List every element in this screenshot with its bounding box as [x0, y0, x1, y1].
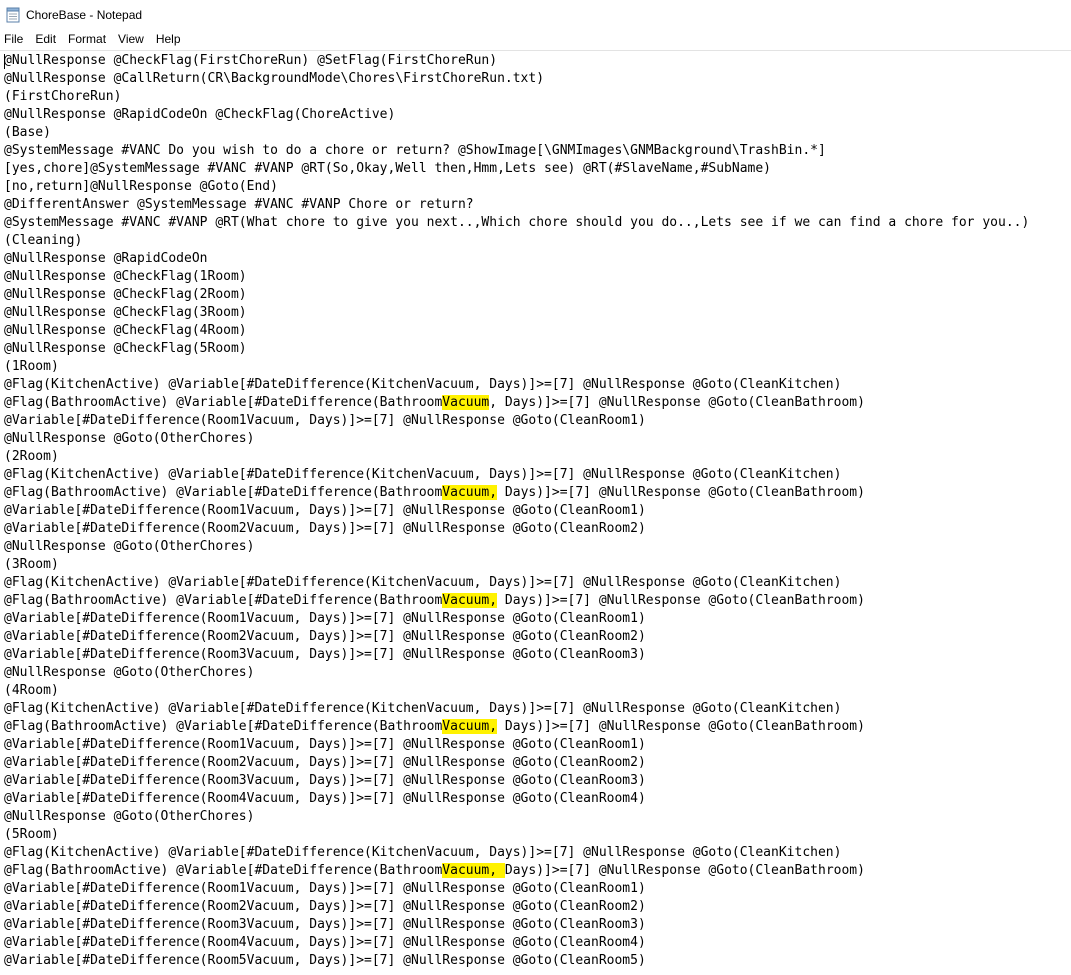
menu-help[interactable]: Help — [150, 29, 187, 49]
text-content[interactable]: @NullResponse @CheckFlag(FirstChoreRun) … — [4, 52, 1029, 970]
text-line[interactable]: @NullResponse @CheckFlag(FirstChoreRun) … — [4, 52, 1029, 70]
text-line[interactable]: @NullResponse @CheckFlag(1Room) — [4, 268, 1029, 286]
text-line[interactable]: @Variable[#DateDifference(Room4Vacuum, D… — [4, 790, 1029, 808]
text-line[interactable]: @NullResponse @Goto(OtherChores) — [4, 808, 1029, 826]
search-highlight: Vacuum — [442, 395, 490, 410]
text-line[interactable]: @NullResponse @CheckFlag(4Room) — [4, 322, 1029, 340]
text-line[interactable]: (2Room) — [4, 448, 1029, 466]
text-line[interactable]: @NullResponse @CallReturn(CR\BackgroundM… — [4, 70, 1029, 88]
text-line[interactable]: @NullResponse @RapidCodeOn — [4, 250, 1029, 268]
text-line[interactable]: (FirstChoreRun) — [4, 88, 1029, 106]
text-line[interactable]: @NullResponse @CheckFlag(5Room) — [4, 340, 1029, 358]
text-line[interactable]: @Flag(BathroomActive) @Variable[#DateDif… — [4, 394, 1029, 412]
text-line[interactable]: (Base) — [4, 124, 1029, 142]
text-line[interactable]: @Variable[#DateDifference(Room2Vacuum, D… — [4, 520, 1029, 538]
text-line[interactable]: @NullResponse @Goto(OtherChores) — [4, 538, 1029, 556]
text-line[interactable]: @Variable[#DateDifference(Room1Vacuum, D… — [4, 412, 1029, 430]
search-highlight: Vacuum, — [442, 863, 505, 878]
text-line[interactable]: @Variable[#DateDifference(Room3Vacuum, D… — [4, 646, 1029, 664]
text-line[interactable]: @Variable[#DateDifference(Room2Vacuum, D… — [4, 898, 1029, 916]
text-line[interactable]: @Flag(BathroomActive) @Variable[#DateDif… — [4, 718, 1029, 736]
search-highlight: Vacuum, — [442, 593, 498, 608]
text-line[interactable]: @Variable[#DateDifference(Room1Vacuum, D… — [4, 610, 1029, 628]
text-line[interactable]: @Variable[#DateDifference(Room3Vacuum, D… — [4, 916, 1029, 934]
text-editor-area[interactable]: @NullResponse @CheckFlag(FirstChoreRun) … — [0, 51, 1071, 975]
text-line[interactable]: @Flag(KitchenActive) @Variable[#DateDiff… — [4, 574, 1029, 592]
text-caret — [4, 54, 5, 69]
text-line[interactable]: @Variable[#DateDifference(Room1Vacuum, D… — [4, 880, 1029, 898]
text-line[interactable]: (5Room) — [4, 826, 1029, 844]
text-line[interactable]: @Flag(KitchenActive) @Variable[#DateDiff… — [4, 844, 1029, 862]
text-line[interactable]: @NullResponse @CheckFlag(2Room) — [4, 286, 1029, 304]
text-line[interactable]: [yes,chore]@SystemMessage #VANC #VANP @R… — [4, 160, 1029, 178]
text-line[interactable]: @Variable[#DateDifference(Room4Vacuum, D… — [4, 934, 1029, 952]
text-line[interactable]: @Variable[#DateDifference(Room1Vacuum, D… — [4, 736, 1029, 754]
text-line[interactable]: (4Room) — [4, 682, 1029, 700]
text-line[interactable]: @Variable[#DateDifference(Room3Vacuum, D… — [4, 772, 1029, 790]
title-bar: ChoreBase - Notepad — [0, 0, 1071, 29]
text-line[interactable]: @Flag(BathroomActive) @Variable[#DateDif… — [4, 592, 1029, 610]
menu-bar: File Edit Format View Help — [0, 29, 1071, 49]
text-line[interactable]: @SystemMessage #VANC #VANP @RT(What chor… — [4, 214, 1029, 232]
menu-view[interactable]: View — [112, 29, 150, 49]
notepad-icon — [6, 7, 20, 23]
window-title: ChoreBase - Notepad — [26, 7, 143, 22]
search-highlight: Vacuum, — [442, 485, 498, 500]
text-line[interactable]: @Flag(KitchenActive) @Variable[#DateDiff… — [4, 466, 1029, 484]
menu-format[interactable]: Format — [62, 29, 112, 49]
text-line[interactable]: [no,return]@NullResponse @Goto(End) — [4, 178, 1029, 196]
text-line[interactable]: @Variable[#DateDifference(Room5Vacuum, D… — [4, 952, 1029, 970]
text-line[interactable]: (Cleaning) — [4, 232, 1029, 250]
text-line[interactable]: (1Room) — [4, 358, 1029, 376]
text-line[interactable]: @Variable[#DateDifference(Room2Vacuum, D… — [4, 628, 1029, 646]
text-line[interactable]: @DifferentAnswer @SystemMessage #VANC #V… — [4, 196, 1029, 214]
menu-edit[interactable]: Edit — [29, 29, 62, 49]
text-line[interactable]: @NullResponse @Goto(OtherChores) — [4, 664, 1029, 682]
text-line[interactable]: @SystemMessage #VANC Do you wish to do a… — [4, 142, 1029, 160]
text-line[interactable]: @Flag(BathroomActive) @Variable[#DateDif… — [4, 484, 1029, 502]
search-highlight: Vacuum, — [442, 719, 498, 734]
text-line[interactable]: @Variable[#DateDifference(Room1Vacuum, D… — [4, 502, 1029, 520]
text-line[interactable]: @Flag(KitchenActive) @Variable[#DateDiff… — [4, 376, 1029, 394]
menu-file[interactable]: File — [0, 29, 29, 49]
text-line[interactable]: @Flag(BathroomActive) @Variable[#DateDif… — [4, 862, 1029, 880]
text-line[interactable]: @Flag(KitchenActive) @Variable[#DateDiff… — [4, 700, 1029, 718]
text-line[interactable]: @Variable[#DateDifference(Room2Vacuum, D… — [4, 754, 1029, 772]
text-line[interactable]: @NullResponse @RapidCodeOn @CheckFlag(Ch… — [4, 106, 1029, 124]
text-line[interactable]: @NullResponse @Goto(OtherChores) — [4, 430, 1029, 448]
text-line[interactable]: (3Room) — [4, 556, 1029, 574]
text-line[interactable]: @NullResponse @CheckFlag(3Room) — [4, 304, 1029, 322]
